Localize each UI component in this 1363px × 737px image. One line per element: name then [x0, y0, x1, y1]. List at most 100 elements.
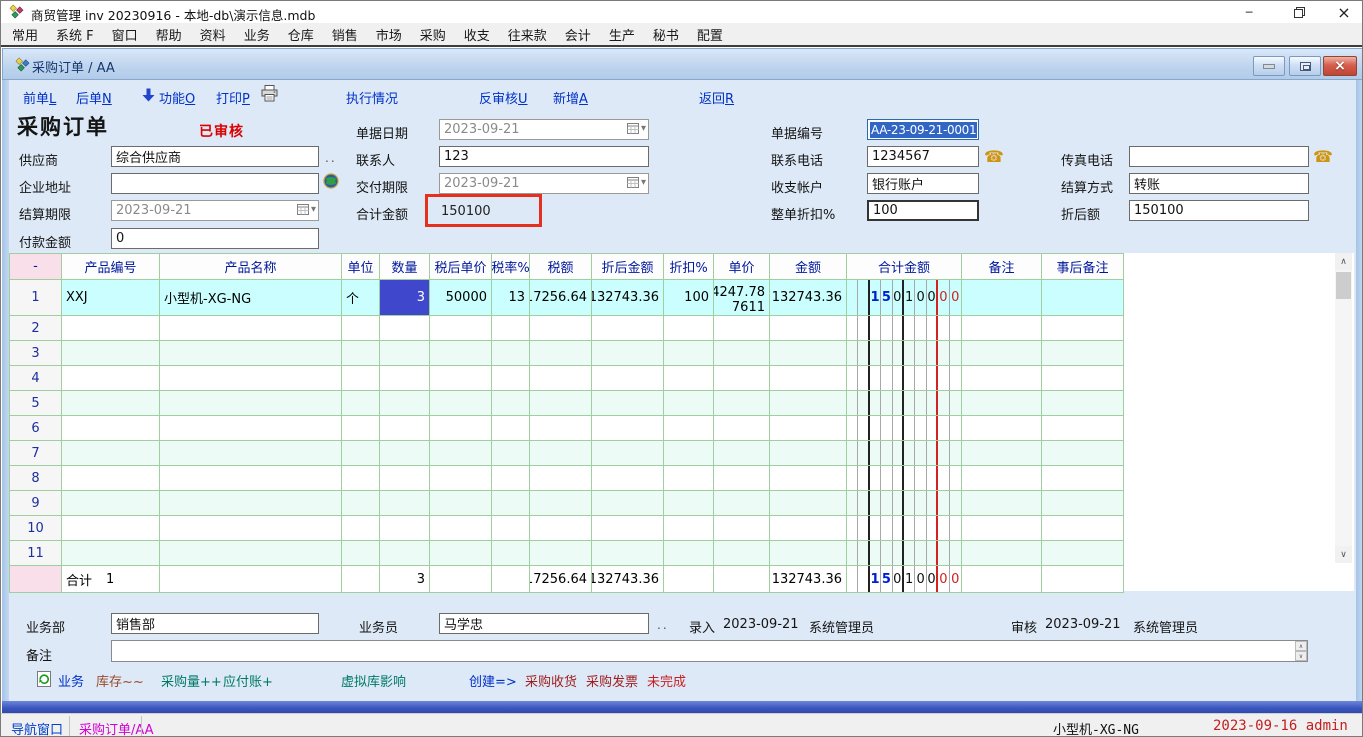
calendar-icon[interactable]: ▾	[297, 203, 316, 215]
grid-cell[interactable]	[592, 541, 664, 566]
grid-cell[interactable]	[342, 316, 380, 341]
account-field[interactable]: 银行账户	[867, 173, 979, 194]
statusbar-nav-window[interactable]: 导航窗口	[11, 719, 63, 737]
grid-cell[interactable]	[962, 541, 1042, 566]
grid-cell[interactable]	[160, 316, 342, 341]
grid-cell[interactable]	[530, 316, 592, 341]
grid-row-10[interactable]: 10	[10, 516, 1123, 541]
grid-cell[interactable]	[770, 416, 847, 441]
grid-cell[interactable]: 10	[10, 516, 62, 541]
grid-cell[interactable]	[847, 341, 962, 366]
toolbar-next-button[interactable]: 后单N	[76, 88, 112, 107]
grid-cell[interactable]: 8	[10, 466, 62, 491]
grid-cell[interactable]	[492, 466, 530, 491]
delivery-term-field[interactable]: 2023-09-21 ▾	[439, 173, 649, 194]
grid-header-price-after-tax[interactable]: 税后单价	[430, 254, 492, 280]
grid-cell[interactable]: 44247.787611	[714, 280, 770, 316]
grid-cell[interactable]	[430, 416, 492, 441]
fax-field[interactable]	[1129, 146, 1309, 167]
fax-dial-icon[interactable]: ☎	[1313, 147, 1333, 166]
phone-dial-icon[interactable]: ☎	[984, 147, 1004, 166]
grid-cell[interactable]: 50000	[430, 280, 492, 316]
discounted-amount-field[interactable]: 150100	[1129, 200, 1309, 221]
grid-cell[interactable]	[62, 516, 160, 541]
toolbar-prev-button[interactable]: 前单L	[23, 88, 56, 107]
grid-cell[interactable]	[342, 491, 380, 516]
grid-cell[interactable]	[664, 341, 714, 366]
grid-cell[interactable]	[1042, 280, 1123, 316]
settle-term-field[interactable]: 2023-09-21 ▾	[111, 200, 319, 221]
statusbar-active-tab[interactable]: 采购订单/AA	[79, 719, 154, 737]
grid-cell[interactable]	[492, 316, 530, 341]
grid-cell[interactable]	[847, 441, 962, 466]
menu-item-1[interactable]: 系统 F	[56, 25, 94, 44]
close-button[interactable]: ×	[1324, 1, 1363, 23]
grid-cell[interactable]	[62, 416, 160, 441]
grid-row-8[interactable]: 8	[10, 466, 1123, 491]
grid-cell[interactable]: 11	[10, 541, 62, 566]
scroll-up-button[interactable]: ∧	[1335, 253, 1352, 270]
grid-cell[interactable]: 个	[342, 280, 380, 316]
grid-cell[interactable]	[530, 516, 592, 541]
grid-cell[interactable]: 17256.64	[530, 280, 592, 316]
settle-method-field[interactable]: 转账	[1129, 173, 1309, 194]
grid-cell[interactable]	[664, 491, 714, 516]
salesman-field[interactable]: 马学忠	[439, 613, 649, 634]
grid-cell[interactable]: XXJ	[62, 280, 160, 316]
grid-cell[interactable]	[770, 366, 847, 391]
supplier-field[interactable]: 综合供应商	[111, 146, 319, 167]
child-close-button[interactable]: ×	[1323, 56, 1357, 76]
menu-item-4[interactable]: 资料	[200, 25, 226, 44]
grid-cell[interactable]	[664, 316, 714, 341]
grid-cell[interactable]	[380, 441, 430, 466]
grid-cell[interactable]	[770, 316, 847, 341]
grid-cell[interactable]	[492, 416, 530, 441]
doc-date-field[interactable]: 2023-09-21 ▾	[439, 119, 649, 140]
grid-cell[interactable]	[430, 466, 492, 491]
grid-cell[interactable]	[160, 341, 342, 366]
grid-header-post-remark[interactable]: 事后备注	[1042, 254, 1123, 280]
grid-cell[interactable]	[380, 491, 430, 516]
grid-cell[interactable]	[714, 391, 770, 416]
bottom-link-virtual-stock-impact[interactable]: 虚拟库影响	[341, 671, 406, 690]
toolbar-execution-status-button[interactable]: 执行情况	[346, 88, 398, 107]
grid-row-7[interactable]: 7	[10, 441, 1123, 466]
grid-cell[interactable]	[714, 416, 770, 441]
grid-cell[interactable]	[342, 541, 380, 566]
menu-item-5[interactable]: 业务	[244, 25, 270, 44]
address-field[interactable]	[111, 173, 319, 194]
doc-no-field[interactable]: AA-23-09-21-0001	[867, 119, 979, 140]
grid-header-unit[interactable]: 单位	[342, 254, 380, 280]
menu-item-11[interactable]: 往来款	[508, 25, 547, 44]
grid-cell[interactable]	[62, 441, 160, 466]
grid-header-discount[interactable]: 折扣%	[664, 254, 714, 280]
printer-icon[interactable]	[260, 85, 279, 106]
grid-cell[interactable]	[1042, 316, 1123, 341]
grid-cell[interactable]	[770, 466, 847, 491]
supplier-lookup-button[interactable]: ..	[325, 151, 337, 165]
grid-cell[interactable]	[160, 516, 342, 541]
grid-cell[interactable]	[962, 441, 1042, 466]
toolbar-new-button[interactable]: 新增A	[553, 88, 588, 107]
remark-spinner[interactable]: ∧ ∨	[1295, 641, 1307, 661]
grid-cell[interactable]: 小型机-XG-NG	[160, 280, 342, 316]
grid-cell[interactable]	[847, 316, 962, 341]
grid-cell[interactable]	[342, 516, 380, 541]
grid-cell[interactable]	[592, 491, 664, 516]
grid-cell[interactable]	[770, 341, 847, 366]
grid-header-tax-rate[interactable]: 税率%	[492, 254, 530, 280]
menu-item-3[interactable]: 帮助	[156, 25, 182, 44]
bottom-link-purchase-receipt[interactable]: 采购收货	[525, 671, 577, 690]
grid-cell[interactable]	[847, 416, 962, 441]
grid-cell[interactable]	[770, 441, 847, 466]
minimize-button[interactable]: ─	[1229, 1, 1269, 23]
grid-cell[interactable]	[430, 316, 492, 341]
grid-cell[interactable]	[714, 466, 770, 491]
grid-cell[interactable]	[770, 541, 847, 566]
dept-field[interactable]: 销售部	[111, 613, 319, 634]
grid-cell[interactable]: 1	[10, 280, 62, 316]
grid-header-rownum[interactable]: -	[10, 254, 62, 280]
grid-cell[interactable]	[430, 391, 492, 416]
grid-cell[interactable]	[770, 516, 847, 541]
grid-cell[interactable]	[430, 491, 492, 516]
